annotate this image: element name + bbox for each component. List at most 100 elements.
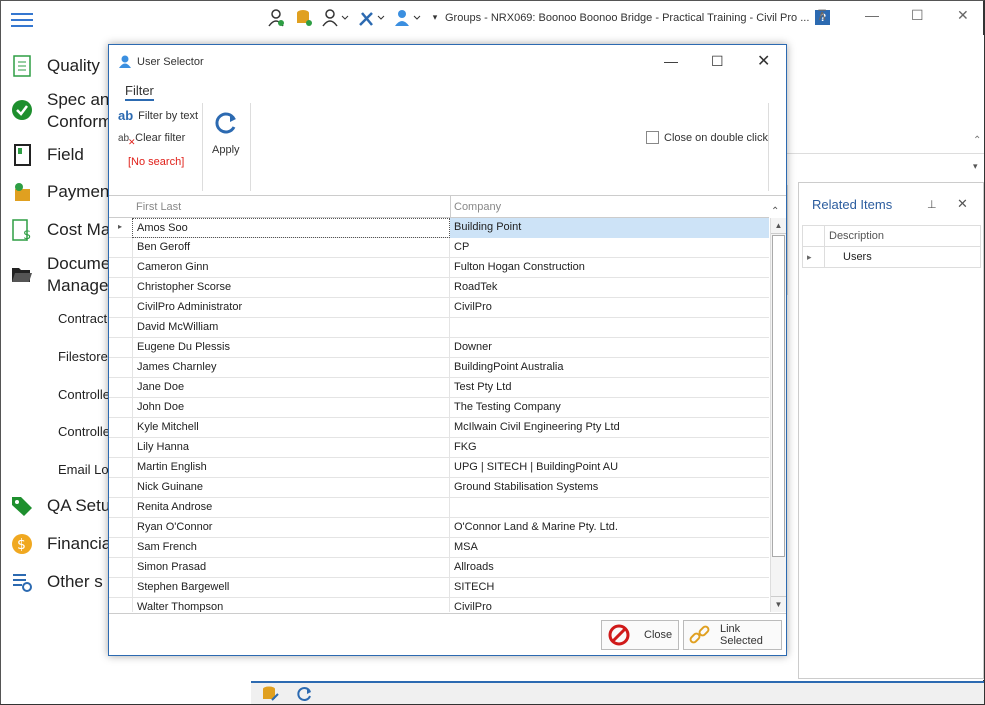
- table-row[interactable]: David McWilliam: [109, 318, 769, 338]
- cell-name[interactable]: Amos Soo: [132, 218, 450, 238]
- user-settings-dropdown-icon[interactable]: [321, 8, 351, 28]
- nav-item-field[interactable]: Field: [11, 144, 84, 166]
- nav-item-documents[interactable]: Docume Manage: [11, 253, 110, 297]
- table-row[interactable]: Cameron Ginn Fulton Hogan Construction: [109, 258, 769, 278]
- nav-sub-controlled-1[interactable]: Controlle: [58, 387, 110, 402]
- table-row[interactable]: Ben Geroff CP: [109, 238, 769, 258]
- cell-name[interactable]: Ryan O'Connor: [132, 518, 450, 538]
- database-edit-icon[interactable]: [261, 686, 279, 702]
- cell-name[interactable]: James Charnley: [132, 358, 450, 378]
- table-row[interactable]: CivilPro Administrator CivilPro: [109, 298, 769, 318]
- apply-button[interactable]: Apply: [212, 110, 240, 156]
- table-row[interactable]: Kyle Mitchell McIlwain Civil Engineering …: [109, 418, 769, 438]
- cell-company[interactable]: RoadTek: [450, 278, 769, 298]
- nav-item-cost[interactable]: $ Cost Ma: [11, 219, 110, 241]
- dropdown-arrow-icon[interactable]: ▾: [973, 161, 978, 172]
- cell-company[interactable]: Fulton Hogan Construction: [450, 258, 769, 278]
- close-panel-icon[interactable]: ✕: [957, 196, 968, 212]
- close-button[interactable]: Close: [601, 620, 679, 650]
- cell-name[interactable]: Christopher Scorse: [132, 278, 450, 298]
- dialog-close-icon[interactable]: ✕: [757, 51, 770, 71]
- nav-sub-filestore[interactable]: Filestore: [58, 349, 108, 364]
- cell-company[interactable]: SITECH: [450, 578, 769, 598]
- table-row[interactable]: Eugene Du Plessis Downer: [109, 338, 769, 358]
- cell-company[interactable]: FKG: [450, 438, 769, 458]
- cell-name[interactable]: Cameron Ginn: [132, 258, 450, 278]
- nav-item-payment[interactable]: Paymen: [11, 181, 109, 203]
- cell-company[interactable]: The Testing Company: [450, 398, 769, 418]
- table-row[interactable]: Christopher Scorse RoadTek: [109, 278, 769, 298]
- table-row[interactable]: Walter Thompson CivilPro: [109, 598, 769, 612]
- table-row[interactable]: Ryan O'Connor O'Connor Land & Marine Pty.…: [109, 518, 769, 538]
- cell-company[interactable]: MSA: [450, 538, 769, 558]
- minimize-icon[interactable]: —: [865, 7, 879, 23]
- cell-name[interactable]: Ben Geroff: [132, 238, 450, 258]
- cell-company[interactable]: Test Pty Ltd: [450, 378, 769, 398]
- table-row[interactable]: Renita Androse: [109, 498, 769, 518]
- cell-name[interactable]: Lily Hanna: [132, 438, 450, 458]
- table-row[interactable]: Lily Hanna FKG: [109, 438, 769, 458]
- nav-item-other[interactable]: Other s: [11, 571, 103, 593]
- nav-sub-contract[interactable]: Contract: [58, 311, 107, 326]
- table-row[interactable]: Stephen Bargewell SITECH: [109, 578, 769, 598]
- nav-item-qa-setup[interactable]: QA Setu: [11, 495, 110, 517]
- checkbox-box[interactable]: [646, 131, 659, 144]
- cell-company[interactable]: [450, 318, 769, 338]
- cell-name[interactable]: Nick Guinane: [132, 478, 450, 498]
- nav-sub-email-log[interactable]: Email Lo: [58, 462, 109, 477]
- table-row[interactable]: Jane Doe Test Pty Ltd: [109, 378, 769, 398]
- hamburger-menu-icon[interactable]: [11, 13, 33, 29]
- filter-by-text-button[interactable]: ab Filter by text: [118, 108, 198, 123]
- scroll-thumb[interactable]: [772, 235, 785, 557]
- column-header-company[interactable]: Company: [454, 201, 501, 213]
- nav-sub-controlled-2[interactable]: Controlle: [58, 424, 110, 439]
- cell-company[interactable]: O'Connor Land & Marine Pty. Ltd.: [450, 518, 769, 538]
- link-selected-button[interactable]: Link Selected: [683, 620, 782, 650]
- cell-company[interactable]: CP: [450, 238, 769, 258]
- cell-company[interactable]: UPG | SITECH | BuildingPoint AU: [450, 458, 769, 478]
- refresh-icon[interactable]: [297, 686, 313, 702]
- cell-company[interactable]: CivilPro: [450, 598, 769, 612]
- column-header-name[interactable]: First Last: [136, 201, 181, 213]
- table-row[interactable]: ▸ Amos Soo Building Point: [109, 218, 769, 238]
- close-on-double-click-checkbox[interactable]: Close on double click: [646, 131, 768, 144]
- cell-name[interactable]: Martin English: [132, 458, 450, 478]
- scroll-up-icon[interactable]: ▲: [771, 218, 786, 234]
- dialog-minimize-icon[interactable]: —: [664, 53, 678, 69]
- cell-company[interactable]: BuildingPoint Australia: [450, 358, 769, 378]
- table-row[interactable]: Martin English UPG | SITECH | BuildingPoi…: [109, 458, 769, 478]
- cell-company[interactable]: [450, 498, 769, 518]
- cell-name[interactable]: John Doe: [132, 398, 450, 418]
- maximize-icon[interactable]: ☐: [911, 7, 924, 24]
- cell-name[interactable]: Jane Doe: [132, 378, 450, 398]
- groups-dropdown-icon[interactable]: ▾: [429, 8, 441, 28]
- cell-name[interactable]: Simon Prasad: [132, 558, 450, 578]
- cell-name[interactable]: David McWilliam: [132, 318, 450, 338]
- collapse-up-icon[interactable]: ⌃: [973, 135, 981, 146]
- cell-company[interactable]: Downer: [450, 338, 769, 358]
- cell-name[interactable]: Stephen Bargewell: [132, 578, 450, 598]
- pin-icon[interactable]: ⊥: [927, 198, 937, 211]
- cell-company[interactable]: McIlwain Civil Engineering Pty Ltd: [450, 418, 769, 438]
- cell-company[interactable]: CivilPro: [450, 298, 769, 318]
- table-row[interactable]: James Charnley BuildingPoint Australia: [109, 358, 769, 378]
- expand-arrow-icon[interactable]: ▸: [802, 246, 825, 268]
- table-row[interactable]: Simon Prasad Allroads: [109, 558, 769, 578]
- nav-item-quality[interactable]: Quality: [11, 55, 100, 77]
- users-group-icon[interactable]: [265, 8, 287, 28]
- table-row[interactable]: ▸ Users: [802, 246, 981, 268]
- database-user-icon[interactable]: [293, 8, 315, 28]
- cell-name[interactable]: Renita Androse: [132, 498, 450, 518]
- cell-name[interactable]: Walter Thompson: [132, 598, 450, 612]
- dialog-maximize-icon[interactable]: ☐: [711, 53, 724, 70]
- cell-name[interactable]: Kyle Mitchell: [132, 418, 450, 438]
- nav-item-financial[interactable]: $ Financia: [11, 533, 111, 555]
- table-row[interactable]: Nick Guinane Ground Stabilisation Systems: [109, 478, 769, 498]
- restore-ribbon-icon[interactable]: ⊼: [817, 7, 827, 24]
- user-dropdown-icon[interactable]: [393, 8, 423, 28]
- tools-dropdown-icon[interactable]: [357, 8, 387, 28]
- table-row[interactable]: Sam French MSA: [109, 538, 769, 558]
- vertical-scrollbar[interactable]: ▲ ▼: [770, 218, 786, 612]
- cell-company[interactable]: Allroads: [450, 558, 769, 578]
- cell-name[interactable]: CivilPro Administrator: [132, 298, 450, 318]
